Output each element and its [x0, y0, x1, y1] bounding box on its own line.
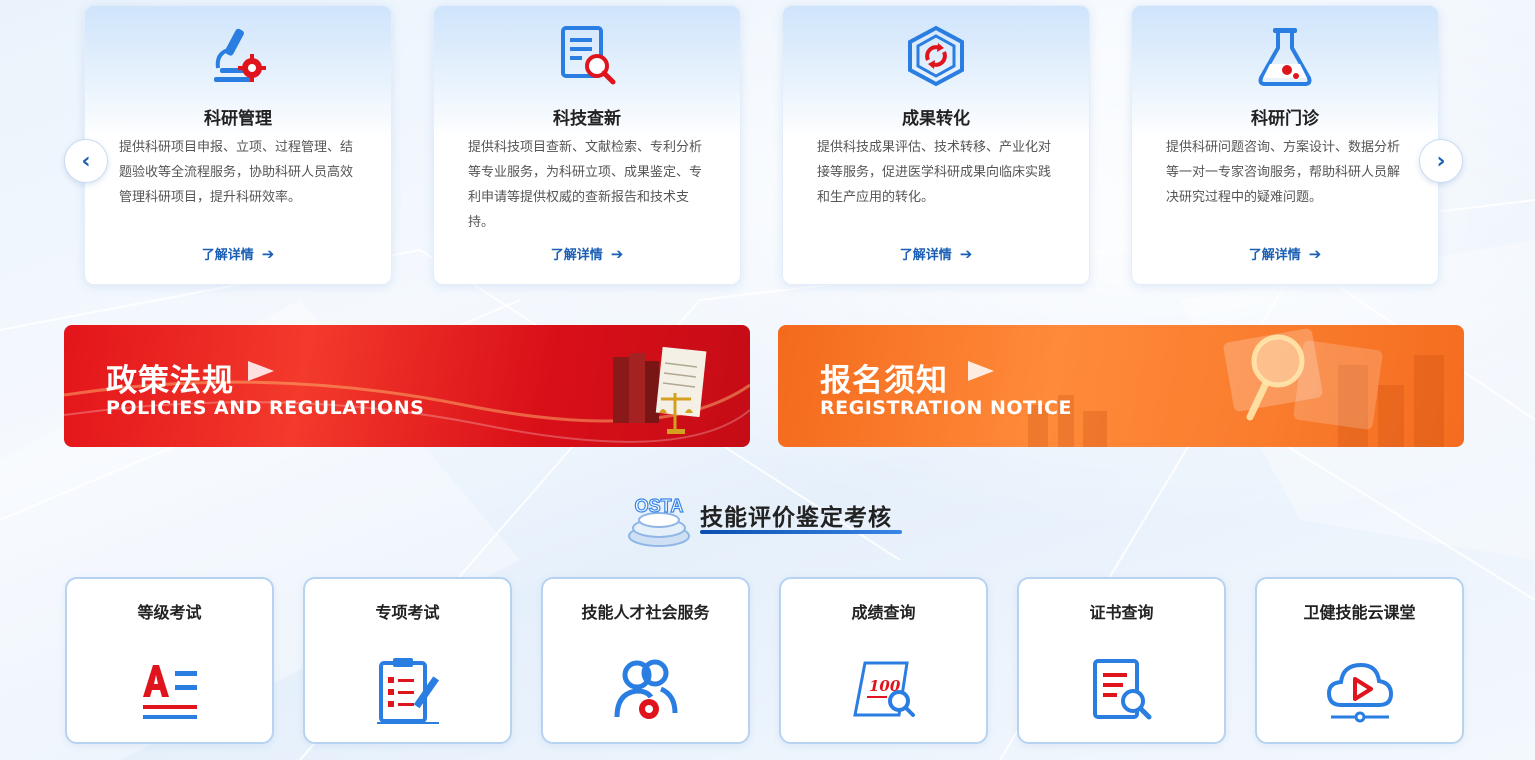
- tile-label: 专项考试: [375, 603, 440, 622]
- score-search-icon: 100: [852, 661, 915, 717]
- learn-more-link[interactable]: 了解详情 ➔: [1132, 244, 1438, 263]
- grade-exam-icon: [142, 665, 197, 719]
- play-arrow-icon: [248, 361, 274, 381]
- carousel-next-button[interactable]: ›: [1419, 139, 1463, 183]
- magnifier-documents-icon: [1223, 328, 1383, 430]
- tile-special-exam[interactable]: 专项考试: [303, 577, 512, 744]
- banner-title-en: REGISTRATION NOTICE: [820, 397, 1072, 419]
- learn-more-label: 了解详情: [201, 248, 254, 263]
- cube-transfer-icon: [908, 25, 964, 87]
- service-description: 提供科技项目查新、文献检索、专利分析等专业服务，为科研立项、成果鉴定、专利申请等…: [468, 140, 703, 230]
- tile-label: 卫健技能云课堂: [1303, 603, 1416, 622]
- osta-logo: OSTA: [628, 495, 690, 547]
- tile-score-query[interactable]: 成绩查询 100: [779, 577, 988, 744]
- policies-regulations-banner[interactable]: 政策法规 POLICIES AND REGULATIONS: [64, 325, 750, 447]
- tile-label: 等级考试: [137, 603, 202, 622]
- microscope-gear-icon: [214, 28, 266, 82]
- cloud-play-icon: [1326, 662, 1393, 723]
- arrow-right-icon: ➔: [261, 245, 275, 263]
- learn-more-link[interactable]: 了解详情 ➔: [783, 244, 1089, 263]
- learn-more-link[interactable]: 了解详情 ➔: [85, 244, 391, 263]
- service-card-research-clinic[interactable]: 科研门诊 提供科研问题咨询、方案设计、数据分析等一对一专家咨询服务，帮助科研人员…: [1131, 5, 1439, 285]
- chevron-right-icon: ›: [1436, 148, 1446, 174]
- learn-more-label: 了解详情: [1248, 248, 1301, 263]
- service-card-novelty-search[interactable]: 科技查新 提供科技项目查新、文献检索、专利分析等专业服务，为科研立项、成果鉴定、…: [433, 5, 741, 285]
- learn-more-label: 了解详情: [899, 248, 952, 263]
- service-card-research-management[interactable]: 科研管理 提供科研项目申报、立项、过程管理、结题验收等全流程服务，协助科研人员高…: [84, 5, 392, 285]
- arrow-right-icon: ➔: [959, 245, 973, 263]
- tile-grade-exam[interactable]: 等级考试: [65, 577, 274, 744]
- arrow-right-icon: ➔: [610, 245, 624, 263]
- service-title: 科研门诊: [1251, 109, 1319, 129]
- tile-label: 证书查询: [1089, 603, 1154, 622]
- banner-title-zh: 报名须知: [820, 363, 948, 399]
- banner-title-zh: 政策法规: [106, 363, 234, 399]
- clipboard-checklist-icon: [376, 658, 439, 724]
- service-description: 提供科技成果评估、技术转移、产业化对接等服务，促进医学科研成果向临床实践和生产应…: [817, 140, 1052, 205]
- tile-label: 成绩查询: [851, 603, 916, 622]
- learn-more-link[interactable]: 了解详情 ➔: [434, 244, 740, 263]
- users-gear-icon: [614, 659, 677, 719]
- tile-label: 技能人才社会服务: [581, 603, 710, 622]
- section-title-underline: [700, 530, 902, 534]
- chevron-left-icon: ‹: [81, 148, 91, 174]
- carousel-prev-button[interactable]: ‹: [64, 139, 108, 183]
- service-card-achievement-transfer[interactable]: 成果转化 提供科技成果评估、技术转移、产业化对接等服务，促进医学科研成果向临床实…: [782, 5, 1090, 285]
- service-title: 科技查新: [553, 109, 621, 129]
- section-title: 技能评价鉴定考核: [700, 505, 892, 531]
- document-search-icon: [561, 26, 616, 85]
- tile-cloud-classroom[interactable]: 卫健技能云课堂: [1255, 577, 1464, 744]
- learn-more-label: 了解详情: [550, 248, 603, 263]
- flask-icon: [1258, 28, 1312, 86]
- play-arrow-icon: [968, 361, 994, 381]
- registration-notice-banner[interactable]: 报名须知 REGISTRATION NOTICE: [778, 325, 1464, 447]
- service-cards: 科研管理 提供科研项目申报、立项、过程管理、结题验收等全流程服务，协助科研人员高…: [84, 5, 1440, 285]
- osta-logo-text: OSTA: [635, 496, 684, 516]
- certificate-search-icon: [1092, 659, 1151, 720]
- service-description: 提供科研问题咨询、方案设计、数据分析等一对一专家咨询服务，帮助科研人员解决研究过…: [1166, 140, 1401, 205]
- service-description: 提供科研项目申报、立项、过程管理、结题验收等全流程服务，协助科研人员高效管理科研…: [119, 140, 354, 205]
- tile-certificate-query[interactable]: 证书查询: [1017, 577, 1226, 744]
- arrow-right-icon: ➔: [1308, 245, 1322, 263]
- service-title: 成果转化: [902, 109, 970, 129]
- law-books-scale-icon: [613, 346, 707, 434]
- banner-title-en: POLICIES AND REGULATIONS: [106, 397, 425, 419]
- service-title: 科研管理: [204, 109, 272, 129]
- tile-talent-social-service[interactable]: 技能人才社会服务: [541, 577, 750, 744]
